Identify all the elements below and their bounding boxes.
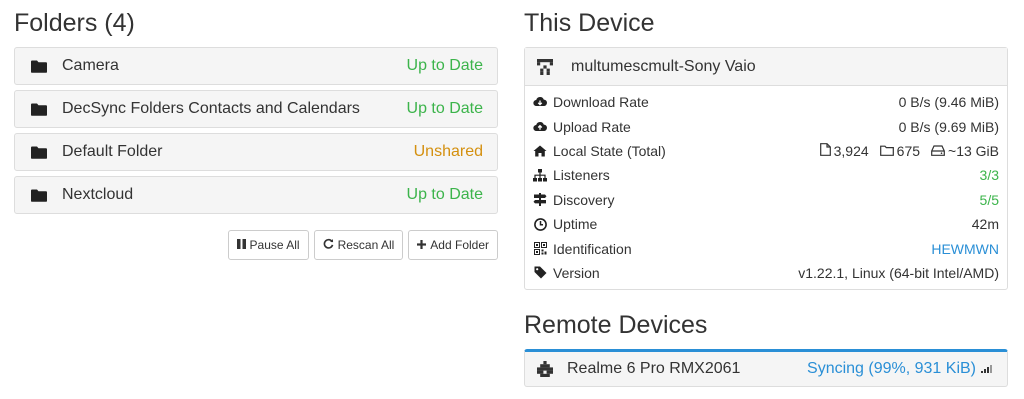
folder-panel-decsync[interactable]: DecSync Folders Contacts and Calendars U… bbox=[14, 90, 498, 128]
folder-status: Up to Date bbox=[406, 186, 483, 203]
connection-signal-icon bbox=[981, 360, 993, 378]
cloud-upload-icon bbox=[533, 120, 547, 134]
remote-device-name: Realme 6 Pro RMX2061 bbox=[567, 360, 741, 378]
folder-icon bbox=[31, 102, 47, 116]
version-row: Version v1.22.1, Linux (64-bit Intel/AMD… bbox=[531, 261, 1001, 285]
sitemap-icon bbox=[533, 168, 547, 182]
folder-name: Camera bbox=[62, 57, 119, 74]
hard-drive-icon bbox=[931, 143, 945, 159]
this-device-name: multumescmult-Sony Vaio bbox=[571, 57, 756, 75]
this-device-info: Download Rate 0 B/s (9.46 MiB) Upload Ra… bbox=[525, 86, 1007, 289]
local-state-value: 3,924 675 ~13 GiB bbox=[819, 142, 999, 159]
pause-all-button[interactable]: Pause All bbox=[227, 230, 309, 260]
local-folders-count: 675 bbox=[896, 142, 921, 159]
folder-icon bbox=[31, 59, 47, 73]
home-icon bbox=[533, 144, 547, 158]
listeners-row[interactable]: Listeners 3/3 bbox=[531, 163, 1001, 187]
download-rate-label: Download Rate bbox=[553, 94, 649, 111]
folder-status: Unshared bbox=[413, 143, 483, 160]
folders-column: Folders (4) Camera Up to Date DecSync Fo… bbox=[14, 0, 498, 260]
tag-icon bbox=[533, 266, 547, 280]
upload-rate-label: Upload Rate bbox=[553, 118, 631, 135]
rescan-all-button[interactable]: Rescan All bbox=[313, 230, 404, 260]
this-device-title: This Device bbox=[524, 9, 655, 37]
local-state-label: Local State (Total) bbox=[553, 142, 666, 159]
uptime-label: Uptime bbox=[553, 216, 598, 233]
identification-value[interactable]: HEWMWN bbox=[931, 241, 999, 257]
this-device-panel: multumescmult-Sony Vaio Download Rate 0 … bbox=[524, 47, 1008, 291]
listeners-value[interactable]: 3/3 bbox=[980, 167, 999, 183]
identification-label: Identification bbox=[553, 240, 632, 257]
discovery-label: Discovery bbox=[553, 191, 615, 208]
folder-panel-camera[interactable]: Camera Up to Date bbox=[14, 47, 498, 85]
folder-panel-default[interactable]: Default Folder Unshared bbox=[14, 133, 498, 171]
folder-name: Nextcloud bbox=[62, 186, 134, 203]
listeners-label: Listeners bbox=[553, 167, 610, 184]
download-rate-value: 0 B/s (9.46 MiB) bbox=[898, 94, 999, 111]
plus-icon bbox=[417, 238, 427, 252]
identification-row[interactable]: Identification HEWMWN bbox=[531, 236, 1001, 260]
device-identicon bbox=[537, 58, 557, 75]
uptime-row: Uptime 42m bbox=[531, 212, 1001, 236]
upload-rate-value: 0 B/s (9.69 MiB) bbox=[898, 118, 999, 135]
signpost-icon bbox=[533, 193, 547, 207]
add-folder-label: Add Folder bbox=[430, 238, 489, 252]
discovery-row[interactable]: Discovery 5/5 bbox=[531, 188, 1001, 212]
local-state-row: Local State (Total) 3,924 675 ~13 GiB bbox=[531, 139, 1001, 163]
local-size-value: ~13 GiB bbox=[948, 142, 999, 159]
download-rate-row: Download Rate 0 B/s (9.46 MiB) bbox=[531, 90, 1001, 114]
folder-name: DecSync Folders Contacts and Calendars bbox=[62, 100, 360, 117]
folder-status: Up to Date bbox=[406, 57, 483, 74]
device-column: This Device multumescmult-Sony Vaio Down… bbox=[524, 0, 1008, 388]
discovery-value[interactable]: 5/5 bbox=[980, 192, 999, 208]
version-label: Version bbox=[553, 264, 600, 281]
this-device-header[interactable]: multumescmult-Sony Vaio bbox=[525, 48, 1007, 86]
folder-panel-nextcloud[interactable]: Nextcloud Up to Date bbox=[14, 176, 498, 214]
remote-devices-title: Remote Devices bbox=[524, 311, 708, 340]
pause-icon bbox=[236, 238, 246, 252]
clock-icon bbox=[533, 217, 547, 231]
upload-rate-row: Upload Rate 0 B/s (9.69 MiB) bbox=[531, 114, 1001, 138]
folder-status: Up to Date bbox=[406, 100, 483, 117]
folder-name: Default Folder bbox=[62, 143, 163, 160]
qrcode-icon bbox=[533, 242, 547, 256]
refresh-icon bbox=[323, 238, 334, 252]
folder-icon bbox=[31, 188, 47, 202]
folder-icon bbox=[31, 145, 47, 159]
pause-all-label: Pause All bbox=[249, 238, 300, 252]
local-files-count: 3,924 bbox=[833, 142, 869, 159]
device-identicon bbox=[537, 361, 557, 378]
version-value: v1.22.1, Linux (64-bit Intel/AMD) bbox=[798, 264, 999, 281]
add-folder-button[interactable]: Add Folder bbox=[408, 230, 498, 260]
cloud-download-icon bbox=[533, 95, 547, 109]
remote-sync-status-text: Syncing (99%, 931 KiB) bbox=[807, 360, 976, 378]
remote-device-status: Syncing (99%, 931 KiB) bbox=[807, 360, 993, 378]
uptime-value: 42m bbox=[971, 216, 999, 233]
folder-actions: Pause All Rescan All Add Folder bbox=[14, 230, 498, 260]
file-icon bbox=[819, 143, 831, 159]
remote-device-panel[interactable]: Realme 6 Pro RMX2061 Syncing (99%, 931 K… bbox=[524, 349, 1008, 388]
folder-outline-icon bbox=[879, 143, 894, 159]
rescan-all-label: Rescan All bbox=[337, 238, 395, 252]
folders-title: Folders (4) bbox=[14, 9, 135, 37]
